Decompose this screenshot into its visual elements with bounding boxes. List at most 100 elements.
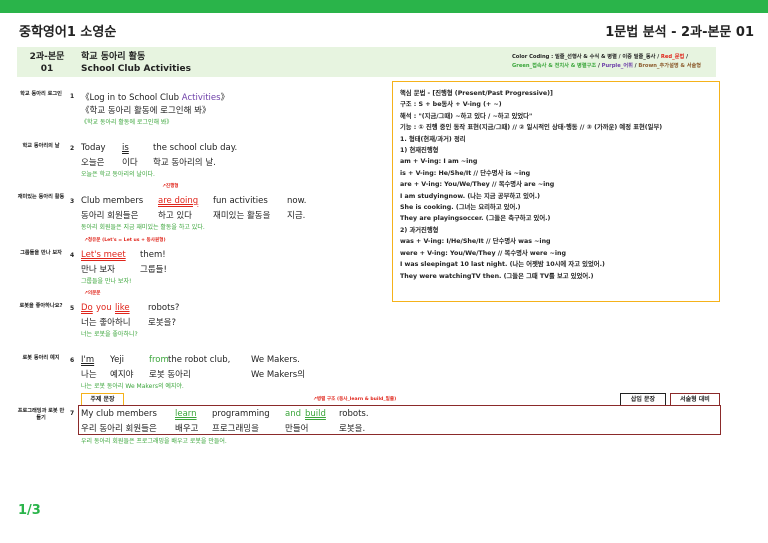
lesson-header: 2과-본문 01 학교 동아리 활동 School Club Activitie… xyxy=(17,47,716,77)
word-ko: 배우고 xyxy=(175,424,199,434)
row-number: 6 xyxy=(70,357,75,364)
word: Yeji xyxy=(110,355,125,365)
verb-word: is xyxy=(122,143,129,153)
row-label: 학교 동아리의 날 xyxy=(22,143,60,149)
verb-word: Let's meet xyxy=(81,250,126,260)
cc-green: Green_접속사 & 전치사 & 병렬구조 xyxy=(512,63,597,69)
grammar-note: ↗진행형 xyxy=(162,184,179,189)
word: robots. xyxy=(339,409,369,419)
grammar-line: was + V-ing: I/He/She/It // 단수명사 was ~in… xyxy=(400,238,551,246)
grammar-line: 기능 : ① 진행 중인 동작 표현(지금/그때) // ② 일시적인 상태·행… xyxy=(400,124,663,132)
verb-word: build xyxy=(305,409,326,419)
conjunction: and xyxy=(285,409,301,419)
cc-purple: Purple_어휘 xyxy=(601,63,633,69)
word: robots? xyxy=(148,303,180,313)
translation: 너는 로봇을 좋아하니? xyxy=(81,331,138,338)
row-number: 5 xyxy=(70,305,75,312)
grammar-line: were + V-ing: You/We/They // 복수명사 were ~… xyxy=(400,249,566,257)
lesson-title: 학교 동아리 활동 School Club Activities xyxy=(81,51,191,75)
page-number: 1/3 xyxy=(18,503,41,518)
lesson-title-ko: 학교 동아리 활동 xyxy=(81,52,146,62)
word: Club members xyxy=(81,196,144,206)
cc-red: Red_문법 xyxy=(660,54,685,60)
sentence-ko: 《학교 동아리 활동에 로그인해 봐》 xyxy=(81,106,211,116)
note-text: 병렬 구조 (동사_learn & build_밑줄) xyxy=(316,397,397,402)
top-bar xyxy=(0,0,768,13)
translation: 우리 동아리 회원들은 프로그래밍을 배우고 로봇을 만들어. xyxy=(81,438,227,445)
word: them! xyxy=(140,250,166,260)
word-ko: 예지야 xyxy=(110,370,134,380)
word-ko: 너는 좋아하니 xyxy=(81,318,131,328)
verb-word: I'm xyxy=(81,355,95,365)
word-ko: 지금. xyxy=(287,211,306,221)
row-label: 프로그래밍과 로봇 만들기 xyxy=(17,408,65,421)
word: the school club day. xyxy=(153,143,238,153)
word-ko: 로봇을. xyxy=(339,424,366,434)
sentence-en: 《Log in to School Club Activities》 xyxy=(81,91,229,103)
word-ko: 나는 xyxy=(81,370,97,380)
grammar-line: They were watchingTV then. (그들은 그때 TV를 보… xyxy=(400,272,594,280)
lesson-number: 2과-본문 01 xyxy=(29,52,65,74)
word-ko: 오늘은 xyxy=(81,158,105,168)
grammar-line: 핵심 문법 - [진행형 (Present/Past Progressive)] xyxy=(400,90,553,97)
word: fun activities xyxy=(213,196,268,206)
aux-word: Do xyxy=(81,303,93,313)
vocab-word: Activities xyxy=(181,93,221,103)
word-ko: 만나 보자 xyxy=(81,265,115,275)
translation: 그룹들을 만나 보자! xyxy=(81,278,132,285)
translation: 동아리 회원들은 지금 재미있는 활동을 하고 있다. xyxy=(81,224,205,231)
word: programming xyxy=(212,409,270,419)
cc-text: Color Coding : 밑줄_선행사 & 수식 & 병렬 / 이중 밑줄_… xyxy=(512,54,661,60)
word: We Makers. xyxy=(251,355,300,365)
grammar-line: 1. 형태(현재/과거) 정리 xyxy=(400,135,466,143)
cc-brown: Brown_추가설명 & 서술형 xyxy=(638,63,702,69)
verb-word: like xyxy=(115,303,130,313)
grammar-note: ↗병렬 구조 (동사_learn & build_밑줄) xyxy=(313,397,397,402)
word: the robot club, xyxy=(168,355,231,365)
row-label: 학교 동아리 로그인 xyxy=(20,91,62,97)
word-ko: 로봇 동아리 xyxy=(149,370,191,380)
grammar-line: 구조 : S + be동사 + V-ing (+ ~) xyxy=(400,101,502,109)
word-ko: We Makers의 xyxy=(251,370,305,380)
word: Today xyxy=(81,143,106,153)
note-text: 청유문 (Let's = Let us + 동사원형) xyxy=(87,238,166,243)
grammar-note: ↗청유문 (Let's = Let us + 동사원형) xyxy=(84,238,166,243)
grammar-line: 1) 현재진행형 xyxy=(400,147,439,155)
cc-text-2: / xyxy=(684,54,688,60)
word: you xyxy=(96,303,112,313)
word: My club members xyxy=(81,409,157,419)
translation: 오늘은 학교 동아리의 날이다. xyxy=(81,171,155,178)
grammar-line: I was sleepingat 10 last night. (나는 어젯밤 … xyxy=(400,261,605,269)
row-label: 로봇을 좋아하나요? xyxy=(19,303,63,309)
word-ko: 학교 동아리의 날. xyxy=(153,158,216,168)
row-number: 1 xyxy=(70,93,75,100)
word-ko: 만들어 xyxy=(285,424,309,434)
row-number: 7 xyxy=(70,410,75,417)
row-number: 3 xyxy=(70,198,75,205)
grammar-line: They are playingsoccer. (그들은 축구하고 있어.) xyxy=(400,215,551,223)
translation: 나는 로봇 동아리 We Makers의 예지야. xyxy=(81,383,184,390)
grammar-note: ↗의문문 xyxy=(84,291,101,296)
word-ko: 우리 동아리 회원들은 xyxy=(81,424,157,434)
row-label: 재미있는 동아리 활동 xyxy=(17,194,65,200)
row-number: 2 xyxy=(70,145,75,152)
note-text: 의문문 xyxy=(87,291,101,296)
word-ko: 프로그래밍을 xyxy=(212,424,259,434)
grammar-line: 해석 : "(지금/그때) ~하고 있다 / ~하고 있었다" xyxy=(400,112,533,120)
translation: 《학교 동아리 활동에 로그인해 봐》 xyxy=(81,119,173,126)
note-text: 진행형 xyxy=(165,184,179,189)
lesson-title-en: School Club Activities xyxy=(81,64,191,74)
grammar-line: She is cooking. (그녀는 요리하고 있어.) xyxy=(400,204,521,212)
grammar-line: 2) 과거진행형 xyxy=(400,226,439,234)
word-ko: 이다 xyxy=(122,158,138,168)
text: 《Log in to School Club xyxy=(81,93,182,103)
word-ko: 재미있는 활동을 xyxy=(213,211,271,221)
text: 》 xyxy=(220,93,230,103)
word-ko: 동아리 회원들은 xyxy=(81,211,139,221)
color-coding-legend: Color Coding : 밑줄_선행사 & 수식 & 병렬 / 이중 밑줄_… xyxy=(512,53,712,71)
word: now. xyxy=(287,196,307,206)
grammar-line: are + V-ing: You/We/They // 복수명사 are ~in… xyxy=(400,181,555,189)
book-title: 중학영어1 소영순 xyxy=(19,25,117,40)
row-label: 로봇 동아리 예지 xyxy=(22,355,60,361)
verb-word: are doing xyxy=(158,196,199,206)
